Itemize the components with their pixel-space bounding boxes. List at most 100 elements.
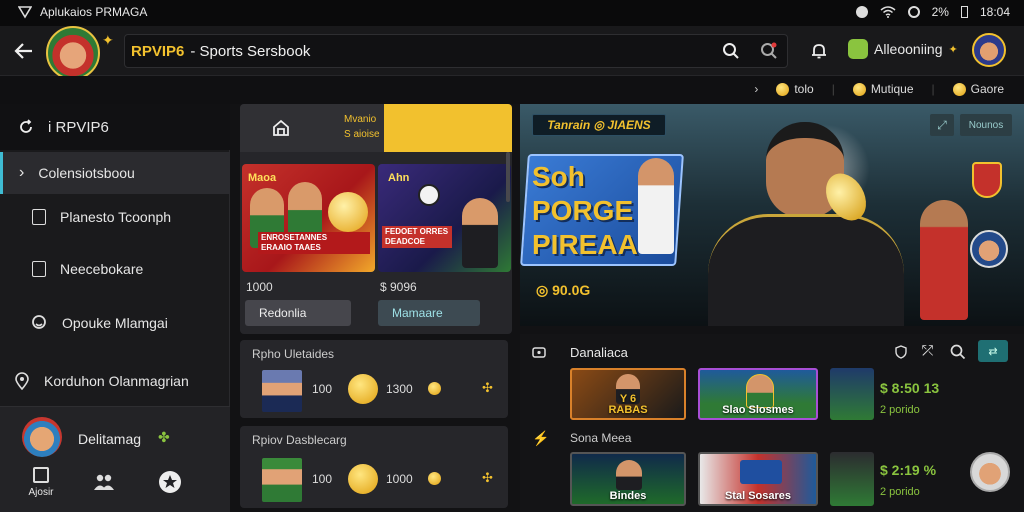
promo-button-1[interactable]: Redonlia <box>245 300 351 326</box>
promo-card-1[interactable]: Maoa ENROSETANNES ERAAIO TAAES <box>242 164 375 272</box>
row-thumbnail[interactable] <box>262 370 302 412</box>
game-thumb-3[interactable] <box>830 368 874 420</box>
sparkle-icon[interactable]: ✣ <box>482 380 493 396</box>
sidebar-item-4[interactable]: Opouke Mlamgai <box>0 306 230 340</box>
games-avatar[interactable] <box>970 452 1010 492</box>
bell-icon <box>812 44 826 59</box>
game-thumb-1[interactable]: Y 6 RABAS <box>570 368 686 420</box>
back-button[interactable] <box>10 38 38 64</box>
sparkle-icon[interactable]: ✣ <box>482 470 493 486</box>
sub-bar: › tolo | Mutique | Gaore <box>0 76 1024 104</box>
account-chip[interactable]: Alleooniing ✦ <box>848 39 958 59</box>
sub-item-1[interactable]: tolo <box>776 82 814 96</box>
row-thumbnail[interactable] <box>262 458 302 502</box>
star-icon: ✦ <box>102 32 114 48</box>
row-title: Rpho Uletaides <box>252 347 335 361</box>
sub-item-label: tolo <box>794 82 814 96</box>
people-icon <box>94 474 114 490</box>
notifications-button[interactable] <box>806 38 832 64</box>
game-sub-2: 2 porido <box>880 486 920 498</box>
sidebar: i RPVIP6 › Colensiotsboou Planesto Tcoon… <box>0 104 230 512</box>
person-icon <box>32 315 46 329</box>
wifi-icon <box>880 6 896 18</box>
sidebar-footer-item[interactable]: Korduhon Olanmagrian <box>0 364 230 398</box>
refresh-icon <box>20 119 32 133</box>
games-panel: Danaliaca ⤱ ⇄ Y 6 RABAS Slao Slosmes $ 8… <box>520 334 1024 512</box>
search-badge-icon <box>761 42 777 59</box>
promo-amount-2: $ 9096 <box>380 280 417 294</box>
sub-item-3[interactable]: Gaore <box>952 82 1004 96</box>
home-button[interactable]: Ajosir <box>24 467 58 498</box>
promo-card-banner: FEDOET ORRES DEADCOE <box>382 226 452 248</box>
game-thumb-label: Stal Sosares <box>724 490 792 502</box>
hero-banner[interactable]: Tanrain ◎ JIAENS Soh PORGE PIREAA ◎ 90.0… <box>520 104 1024 326</box>
coin-icon <box>428 472 441 485</box>
game-thumb-label: Bindes <box>609 490 647 502</box>
shield-icon[interactable] <box>894 345 908 359</box>
promo-card-top: Maoa <box>248 172 277 184</box>
hero-button[interactable]: Nounos <box>960 114 1012 136</box>
top-bar: ✦ RPVIP6 - Sports Sersbook Alleooniing ✦ <box>0 26 1024 80</box>
promo-tab-bar: Mvanio S aioise <box>240 104 512 152</box>
game-thumb-6[interactable] <box>830 452 874 506</box>
brand-subtitle: - Sports Sersbook <box>190 42 311 60</box>
chevron-right-icon[interactable]: › <box>754 82 758 96</box>
home-tab[interactable] <box>268 116 294 140</box>
sub-item-2[interactable]: Mutique <box>852 82 914 96</box>
hero-tag-label: Tanrain ◎ JIAENS <box>547 118 651 132</box>
sub-item-label: Gaore <box>970 82 1004 96</box>
row-panel-2: Rpiov Dasblecarg 100 1000 ✣ <box>240 426 508 508</box>
sidebar-item-3[interactable]: Neecebokare <box>0 252 230 286</box>
games-toggle-button[interactable]: ⇄ <box>978 340 1008 362</box>
chevron-right-icon: › <box>19 164 25 181</box>
hero-running-player <box>920 200 968 320</box>
promo-amount-1: 1000 <box>246 280 273 294</box>
game-thumb-5[interactable]: Stal Sosares <box>698 452 818 506</box>
club-badge <box>972 162 1002 198</box>
account-label: Alleooniing <box>874 41 943 57</box>
brand-avatar[interactable] <box>46 26 100 80</box>
hero-avatar[interactable] <box>970 230 1008 268</box>
hero-headline: Soh PORGE PIREAA <box>532 161 638 260</box>
sidebar-item-2[interactable]: Planesto Tcoonph <box>0 200 230 234</box>
coin-icon <box>348 464 378 494</box>
profile-name[interactable]: Delitamag <box>78 431 141 447</box>
sidebar-item-active[interactable]: › Colensiotsboou <box>0 152 230 194</box>
calendar-icon <box>33 467 49 483</box>
search-icon[interactable] <box>950 344 966 360</box>
sidebar-item-label: Neecebokare <box>60 261 144 277</box>
game-thumb-2[interactable]: Slao Slosmes <box>698 368 818 420</box>
game-thumb-label: Slao Slosmes <box>722 404 794 416</box>
friends-button[interactable] <box>90 471 118 493</box>
battery-text: 2% <box>931 5 949 19</box>
promo-card-2[interactable]: Ahn FEDOET ORRES DEADCOE <box>378 164 511 272</box>
row-value-1: 100 <box>312 472 333 486</box>
search-button[interactable] <box>718 38 744 64</box>
promo-tab-active[interactable] <box>384 104 512 152</box>
hero-small-player <box>638 158 674 254</box>
expand-button[interactable]: ⤢ <box>930 114 954 136</box>
promo-scrollbar[interactable] <box>506 152 510 202</box>
row-value-2: 1000 <box>386 472 413 486</box>
achievements-button[interactable] <box>156 469 184 495</box>
sidebar-header[interactable]: i RPVIP6 <box>0 104 230 150</box>
badge-icon <box>159 471 181 493</box>
filter-icon[interactable]: ⤱ <box>922 342 933 359</box>
lightning-icon: ⚡ <box>532 430 550 446</box>
search-alert-button[interactable] <box>756 38 782 64</box>
hero-tag: Tanrain ◎ JIAENS <box>532 114 666 136</box>
game-thumb-4[interactable]: Bindes <box>570 452 686 506</box>
search-icon <box>723 43 739 59</box>
row-panel-1: Rpho Uletaides 100 1300 ✣ <box>240 340 508 418</box>
profile-avatar[interactable] <box>22 417 62 457</box>
location-pin-icon <box>15 372 29 390</box>
title-field[interactable]: RPVIP6 - Sports Sersbook <box>124 34 788 68</box>
battery-icon <box>960 6 968 18</box>
games-header: Danaliaca <box>570 345 628 360</box>
user-avatar[interactable] <box>972 33 1006 67</box>
gold-coin-icon <box>328 192 368 232</box>
page-icon <box>32 261 46 277</box>
promo-button-2[interactable]: Mamaare <box>378 300 480 326</box>
games-icon <box>532 347 546 358</box>
row-title: Rpiov Dasblecarg <box>252 433 347 447</box>
